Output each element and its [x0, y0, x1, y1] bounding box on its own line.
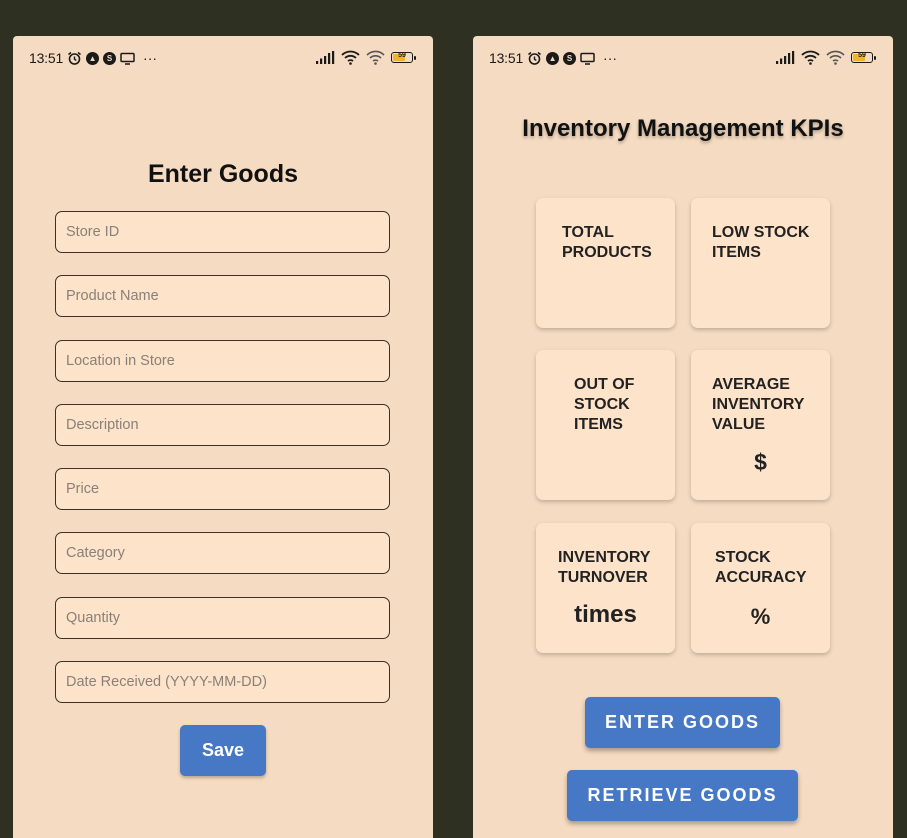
- status-bar: 13:51 ▲ S ··· 59: [29, 50, 416, 70]
- status-bar: 13:51 ▲ S ··· 59: [489, 50, 876, 70]
- enter-goods-button[interactable]: ENTER GOODS: [585, 697, 780, 748]
- battery-icon: 59: [391, 52, 416, 63]
- price-input[interactable]: [55, 468, 390, 510]
- signal-icon: [315, 51, 335, 64]
- quantity-input[interactable]: [55, 597, 390, 639]
- battery-level: 59: [398, 52, 406, 59]
- retrieve-goods-button[interactable]: RETRIEVE GOODS: [567, 770, 798, 821]
- status-time: 13:51: [29, 50, 64, 66]
- kpi-card-label: LOW STOCK ITEMS: [712, 224, 810, 261]
- status-time: 13:51: [489, 50, 524, 66]
- kpi-card-label: STOCK ACCURACY: [715, 549, 807, 586]
- product-name-input[interactable]: [55, 275, 390, 317]
- battery-icon: 59: [851, 52, 876, 63]
- kpi-card-unit: %: [750, 604, 771, 629]
- kpi-card-unit: $: [754, 449, 767, 475]
- app-notification-icon: ▲: [546, 51, 560, 65]
- wifi-secondary-icon: [826, 50, 845, 65]
- kpi-card-label: INVENTORY TURNOVER: [558, 549, 651, 586]
- alarm-icon: [527, 51, 542, 66]
- category-input[interactable]: [55, 532, 390, 574]
- more-notifications-icon: ···: [603, 50, 618, 66]
- location-input[interactable]: [55, 340, 390, 382]
- kpi-card-average-inventory-value: AVERAGE INVENTORY VALUE $: [691, 350, 830, 500]
- wifi-icon: [801, 50, 820, 65]
- battery-level: 59: [858, 52, 866, 59]
- kpi-card-out-of-stock: OUT OF STOCK ITEMS: [536, 350, 675, 500]
- page-title: Inventory Management KPIs: [522, 115, 844, 142]
- signal-icon: [775, 51, 795, 64]
- kpi-card-inventory-turnover: INVENTORY TURNOVER times: [536, 523, 675, 653]
- alarm-icon: [67, 51, 82, 66]
- page-title: Enter Goods: [147, 160, 298, 188]
- kpi-screen: 13:51 ▲ S ··· 59 Inventory Management KP…: [473, 36, 893, 838]
- description-input[interactable]: [55, 404, 390, 446]
- save-button[interactable]: Save: [180, 725, 266, 776]
- wifi-icon: [341, 50, 360, 65]
- cast-icon: [120, 52, 135, 65]
- more-notifications-icon: ···: [143, 50, 158, 66]
- kpi-card-label: TOTAL PRODUCTS: [562, 224, 652, 261]
- date-received-input[interactable]: [55, 661, 390, 703]
- kpi-card-stock-accuracy: STOCK ACCURACY %: [691, 523, 830, 653]
- kpi-card-low-stock: LOW STOCK ITEMS: [691, 198, 830, 328]
- app-s-icon: S: [563, 51, 577, 65]
- cast-icon: [580, 52, 595, 65]
- kpi-card-total-products: TOTAL PRODUCTS: [536, 198, 675, 328]
- app-notification-icon: ▲: [86, 51, 100, 65]
- kpi-card-unit: times: [574, 601, 637, 628]
- wifi-secondary-icon: [366, 50, 385, 65]
- app-s-icon: S: [103, 51, 117, 65]
- kpi-card-label: AVERAGE INVENTORY VALUE: [712, 376, 805, 433]
- store-id-input[interactable]: [55, 211, 390, 253]
- kpi-card-label: OUT OF STOCK ITEMS: [574, 376, 635, 433]
- enter-goods-screen: 13:51 ▲ S ··· 59 Enter Goods Store ID Pr…: [13, 36, 433, 838]
